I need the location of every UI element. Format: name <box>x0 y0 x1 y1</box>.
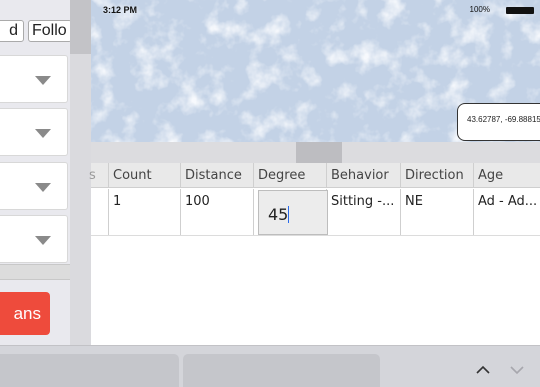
cell-count[interactable]: 1 <box>109 189 181 235</box>
header-behavior[interactable]: Behavior <box>327 163 401 188</box>
app-window: 3:12 PM 100% d Follo ans 43.62787, -69.8… <box>0 0 540 387</box>
chevron-down-icon <box>35 183 51 192</box>
partial-button[interactable]: d <box>0 20 24 42</box>
degree-input[interactable]: 45 <box>258 190 328 235</box>
header-degree[interactable]: Degree <box>254 163 327 188</box>
chevron-up-icon[interactable] <box>476 363 490 377</box>
cell-behavior[interactable]: Sitting -... <box>327 189 401 235</box>
header-direction[interactable]: Direction <box>401 163 474 188</box>
accessory-pill-1[interactable] <box>0 354 179 387</box>
chevron-down-icon <box>35 129 51 138</box>
top-button-row: d Follo <box>0 20 72 42</box>
row-divider <box>91 235 540 236</box>
cell-direction[interactable]: NE <box>401 189 474 235</box>
dropdown-1[interactable] <box>0 55 68 103</box>
accessory-pill-2[interactable] <box>183 354 380 387</box>
text-caret <box>288 206 290 223</box>
degree-input-value: 45 <box>268 205 289 224</box>
dropdown-2[interactable] <box>0 108 68 156</box>
table-header: s Count Distance Degree Behavior Directi… <box>89 163 540 188</box>
dropdown-4[interactable] <box>0 215 68 263</box>
panel-divider <box>0 264 70 280</box>
red-action-button[interactable]: ans <box>0 292 50 335</box>
header-distance[interactable]: Distance <box>181 163 254 188</box>
map-view[interactable]: 43.62787, -69.88815 @ zoom 11 <box>91 0 540 142</box>
cell-distance[interactable]: 100 <box>181 189 254 235</box>
left-panel: d Follo ans <box>0 0 72 345</box>
row-partial-cell[interactable] <box>85 189 109 235</box>
chevron-down-icon <box>35 236 51 245</box>
chevron-down-icon <box>35 76 51 85</box>
header-age[interactable]: Age <box>474 163 540 188</box>
keyboard-accessory-bar <box>0 345 540 387</box>
cell-age[interactable]: Ad - Ad... <box>474 189 540 235</box>
chevron-down-icon[interactable] <box>510 363 524 377</box>
horizontal-scroll-thumb[interactable] <box>296 142 342 163</box>
header-partial: s <box>85 163 109 188</box>
follow-button[interactable]: Follo <box>28 20 72 42</box>
vertical-scroll-thumb[interactable] <box>70 0 91 54</box>
header-count[interactable]: Count <box>109 163 181 188</box>
observation-table: s Count Distance Degree Behavior Directi… <box>89 163 540 345</box>
dropdown-3[interactable] <box>0 162 68 210</box>
map-coordinate-readout: 43.62787, -69.88815 @ zoom 11 <box>457 103 540 141</box>
